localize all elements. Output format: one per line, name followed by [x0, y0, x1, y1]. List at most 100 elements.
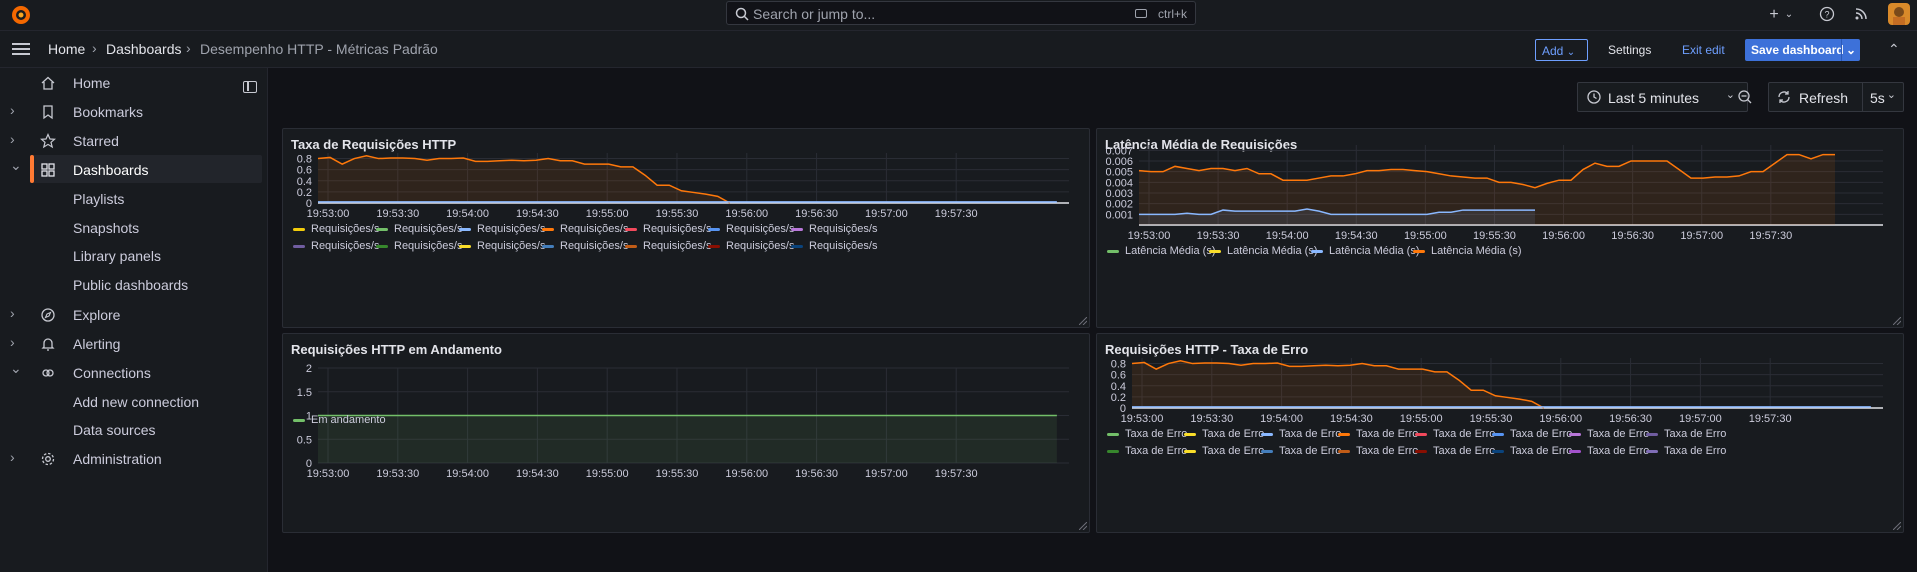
refresh-label[interactable]: Refresh [1799, 90, 1848, 106]
resize-handle-icon[interactable] [1079, 522, 1087, 530]
sidebar-item-alerting[interactable]: › Alerting [0, 329, 262, 357]
menu-icon[interactable] [12, 43, 30, 55]
chart-plot[interactable]: 00.511.5219:53:00 19:53:30 19:54:00 19:54:3… [283, 334, 1090, 533]
legend-item[interactable]: Taxa de Erro [1184, 445, 1264, 457]
chevron-right-icon[interactable]: › [10, 305, 20, 321]
search-input[interactable]: Search or jump to... ctrl+k [726, 1, 1196, 25]
legend-item[interactable]: Taxa de Erro [1415, 428, 1495, 440]
legend-item[interactable]: Latência Média (s) [1107, 245, 1216, 257]
legend-item[interactable]: Taxa de Erro [1492, 428, 1572, 440]
breadcrumb-home[interactable]: Home [48, 41, 85, 57]
legend-item[interactable]: Requisições/s [791, 240, 877, 252]
sidebar-item-starred[interactable]: › Starred [0, 126, 262, 154]
chevron-right-icon[interactable]: › [10, 334, 20, 350]
legend-item[interactable]: Latência Média (s) [1209, 245, 1318, 257]
sidebar-item-connections[interactable]: ⌄ Connections [0, 358, 262, 386]
settings-button[interactable]: Settings [1608, 39, 1651, 61]
legend-item[interactable]: Requisições/s [376, 240, 462, 252]
panel-em-andamento[interactable]: Requisições HTTP em Andamento 0 0.5 1 1.5 2 1… [282, 333, 1090, 533]
legend-item[interactable]: Requisições/s [542, 223, 628, 235]
x-tick-label: 19:54:30 [1330, 413, 1373, 425]
chevron-right-icon[interactable]: › [10, 131, 20, 147]
legend-item[interactable]: Requisições/s [625, 223, 711, 235]
sidebar-item-administration[interactable]: › Administration [0, 444, 262, 472]
search-icon [735, 7, 749, 21]
legend-item[interactable]: Requisições/s [708, 240, 794, 252]
chevron-down-icon[interactable]: ⌄ [10, 360, 22, 377]
sidebar-item-dashboards[interactable]: ⌄ Dashboards [10, 155, 262, 183]
sidebar-item-library-panels[interactable]: Library panels [0, 241, 262, 269]
resize-handle-icon[interactable] [1079, 317, 1087, 325]
chart-plot[interactable]: 0.0010.0020.0030.0040.0050.0060.007 19:53… [1097, 129, 1904, 328]
legend-item[interactable]: Requisições/s [791, 223, 877, 235]
legend-swatch [1415, 432, 1427, 436]
grafana-logo-icon[interactable] [10, 4, 32, 26]
sidebar-item-data-sources[interactable]: Data sources [0, 415, 262, 443]
legend-item[interactable]: Requisições/s [542, 240, 628, 252]
panel-latencia-media[interactable]: Latência Média de Requisições 0.001 0.002… [1096, 128, 1904, 328]
legend-item[interactable]: Requisições/s [459, 223, 545, 235]
sidebar-item-add-new-connection[interactable]: Add new connection [0, 387, 262, 415]
x-tick-label: 19:57:30 [935, 468, 978, 480]
avatar[interactable] [1888, 3, 1910, 25]
legend-item[interactable]: Taxa de Erro [1261, 428, 1341, 440]
sidebar-item-public-dashboards[interactable]: Public dashboards [0, 270, 262, 298]
legend-item[interactable]: Requisições/s [459, 240, 545, 252]
x-tick-label: 19:54:30 [516, 468, 559, 480]
refresh-interval[interactable]: 5s [1870, 90, 1885, 106]
chevron-right-icon[interactable]: › [10, 449, 20, 465]
legend-item[interactable]: Em andamento [293, 414, 386, 426]
breadcrumb-dashboards[interactable]: Dashboards [106, 41, 182, 57]
legend-item[interactable]: Requisições/s [625, 240, 711, 252]
legend-item[interactable]: Taxa de Erro [1107, 428, 1187, 440]
legend-item[interactable]: Taxa de Erro [1569, 428, 1649, 440]
exit-edit-button[interactable]: Exit edit [1682, 39, 1725, 61]
sidebar-item-snapshots[interactable]: Snapshots [0, 213, 262, 241]
legend-swatch [293, 244, 305, 248]
legend-item[interactable]: Taxa de Erro [1415, 445, 1495, 457]
sidebar-item-home[interactable]: Home [0, 68, 262, 96]
legend-item[interactable]: Taxa de Erro [1338, 428, 1418, 440]
legend-item[interactable]: Requisições/s [708, 223, 794, 235]
add-button[interactable]: Add ⌄ [1535, 39, 1588, 61]
legend-item[interactable]: Requisições/s [376, 223, 462, 235]
refresh-picker[interactable]: Refresh 5s ⌄ [1768, 82, 1904, 112]
chevron-down-icon[interactable]: ⌄ [1841, 39, 1860, 61]
legend-item[interactable]: Latência Média (s) [1413, 245, 1522, 257]
x-tick-label: 19:54:00 [446, 468, 489, 480]
legend-item[interactable]: Taxa de Erro [1492, 445, 1572, 457]
legend-item[interactable]: Requisições/s [293, 240, 379, 252]
sidebar-item-label: Snapshots [73, 220, 140, 236]
legend-item[interactable]: Taxa de Erro [1646, 445, 1726, 457]
chevron-down-icon[interactable]: ⌄ [1780, 6, 1798, 24]
chevron-right-icon[interactable]: › [10, 102, 20, 118]
sidebar-item-explore[interactable]: › Explore [0, 300, 262, 328]
sidebar-item-playlists[interactable]: Playlists [0, 184, 262, 212]
help-icon[interactable]: ? [1818, 6, 1836, 24]
news-icon[interactable] [1852, 6, 1870, 24]
chevron-down-icon[interactable]: ⌄ [10, 157, 22, 174]
resize-handle-icon[interactable] [1893, 522, 1901, 530]
legend-item[interactable]: Taxa de Erro [1107, 445, 1187, 457]
save-dashboard-button[interactable]: Save dashboard ⌄ [1745, 39, 1860, 61]
x-tick-label: 19:53:00 [1121, 413, 1164, 425]
resize-handle-icon[interactable] [1893, 317, 1901, 325]
legend-item[interactable]: Taxa de Erro [1261, 445, 1341, 457]
time-range-picker[interactable]: Last 5 minutes ⌄ [1577, 82, 1748, 112]
panel-taxa-erro[interactable]: Requisições HTTP - Taxa de Erro 0 0.2 0.4 0… [1096, 333, 1904, 533]
sidebar-item-bookmarks[interactable]: › Bookmarks [0, 97, 262, 125]
legend-item[interactable]: Taxa de Erro [1338, 445, 1418, 457]
legend-item[interactable]: Taxa de Erro [1184, 428, 1264, 440]
panel-taxa-requisicoes[interactable]: Taxa de Requisições HTTP 0 0.2 0.4 0.6 0.8 19… [282, 128, 1090, 328]
collapse-up-icon[interactable]: ⌃ [1888, 41, 1900, 58]
legend-item[interactable]: Taxa de Erro [1646, 428, 1726, 440]
y-tick-label: 0.003 [1105, 188, 1133, 200]
legend-label: Em andamento [311, 414, 386, 426]
legend-swatch [1413, 249, 1425, 253]
legend-item[interactable]: Requisições/s [293, 223, 379, 235]
legend-item[interactable]: Taxa de Erro [1569, 445, 1649, 457]
legend-label: Taxa de Erro [1279, 445, 1342, 457]
legend-item[interactable]: Latência Média (s) [1311, 245, 1420, 257]
sidebar-item-label: Starred [73, 133, 119, 149]
zoom-out-button[interactable] [1730, 82, 1760, 112]
